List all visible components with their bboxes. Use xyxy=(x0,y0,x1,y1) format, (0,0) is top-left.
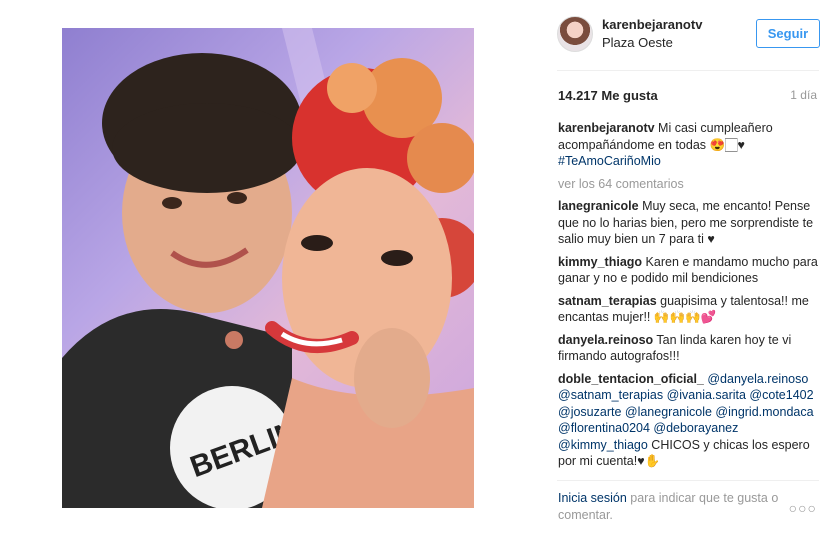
comment-user-link[interactable]: danyela.reinoso xyxy=(558,333,653,347)
location-link[interactable]: Plaza Oeste xyxy=(602,35,673,50)
photo-illustration: BERLIN xyxy=(62,28,474,508)
hashtag-link[interactable]: #TeAmoCariñoMio xyxy=(558,154,661,168)
divider xyxy=(557,70,819,71)
view-more-comments-link[interactable]: ver los 64 comentarios xyxy=(558,176,820,193)
list-item: satnam_terapias guapisima y talentosa!! … xyxy=(558,293,820,326)
list-item: lanegranicole Muy seca, me encanto! Pens… xyxy=(558,198,820,248)
comments-list: karenbejaranotv Mi casi cumpleañero acom… xyxy=(558,120,820,476)
comment-user-link[interactable]: lanegranicole xyxy=(558,199,639,213)
follow-button[interactable]: Seguir xyxy=(756,19,820,48)
post-details-panel: karenbejaranotv Plaza Oeste Seguir 14.21… xyxy=(540,0,827,535)
comment-user-link[interactable]: satnam_terapias xyxy=(558,294,657,308)
caption-user-link[interactable]: karenbejaranotv xyxy=(558,121,655,135)
list-item: danyela.reinoso Tan linda karen hoy te v… xyxy=(558,332,820,365)
comment-user-link[interactable]: kimmy_thiago xyxy=(558,255,642,269)
likes-count[interactable]: 14.217 Me gusta xyxy=(558,88,658,103)
username-link[interactable]: karenbejaranotv xyxy=(602,17,702,32)
list-item: kimmy_thiago Karen e mandamo mucho para … xyxy=(558,254,820,287)
comment-user-link[interactable]: doble_tentacion_oficial_ xyxy=(558,372,704,386)
divider xyxy=(557,480,819,481)
post-time: 1 día xyxy=(790,88,817,102)
post-header: karenbejaranotv Plaza Oeste Seguir xyxy=(557,14,820,56)
avatar[interactable] xyxy=(557,16,593,52)
login-link[interactable]: Inicia sesión xyxy=(558,491,627,505)
more-options-icon[interactable]: ○○○ xyxy=(789,500,817,516)
list-item: doble_tentacion_oficial_ @danyela.reinos… xyxy=(558,371,820,470)
photo-area: BERLIN xyxy=(0,0,540,535)
post-photo[interactable]: BERLIN xyxy=(62,28,474,508)
login-prompt: Inicia sesión para indicar que te gusta … xyxy=(558,490,788,524)
caption: karenbejaranotv Mi casi cumpleañero acom… xyxy=(558,120,820,170)
